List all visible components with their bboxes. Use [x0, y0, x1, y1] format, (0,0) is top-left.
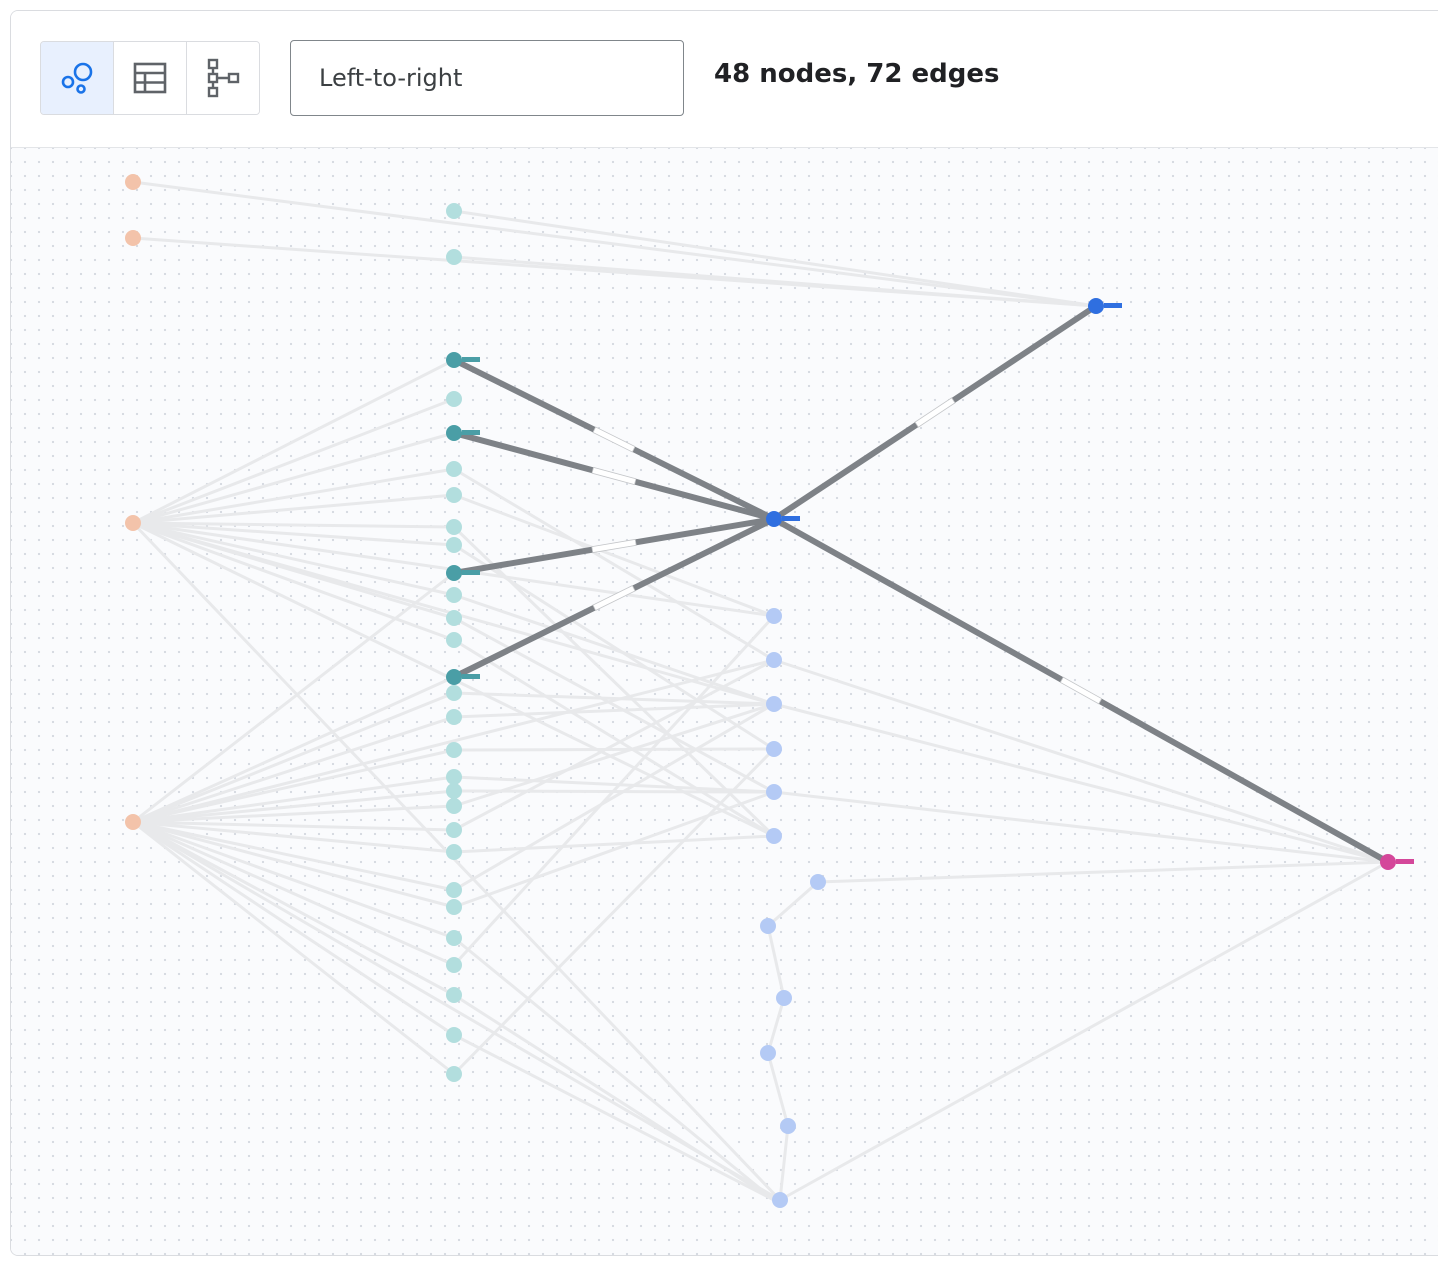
material-node[interactable] [446, 844, 462, 860]
material-node[interactable] [446, 519, 462, 535]
material-node[interactable] [446, 783, 462, 799]
node-label-tag [1396, 859, 1414, 864]
graph-summary: 48 nodes, 72 edges [714, 59, 1000, 89]
material-node[interactable] [446, 987, 462, 1003]
node-label-tag [462, 357, 480, 362]
graph-panel: Left-to-right 48 nodes, 72 edges [10, 10, 1438, 1256]
material-node[interactable] [446, 1066, 462, 1082]
graph-canvas[interactable] [11, 148, 1438, 1255]
node-label-tag [462, 570, 480, 575]
edge-label [914, 397, 956, 428]
toolbar: Left-to-right 48 nodes, 72 edges [11, 11, 1438, 148]
source-node[interactable] [125, 515, 141, 531]
product-node[interactable] [766, 652, 782, 668]
graph-edge[interactable] [452, 936, 776, 1202]
graph-edge[interactable] [766, 924, 786, 1000]
node-label-tag [1104, 303, 1122, 308]
material-node[interactable] [446, 742, 462, 758]
graph-edge[interactable] [816, 860, 1390, 884]
material-node[interactable] [446, 249, 462, 265]
edge-label [591, 538, 637, 554]
layout-select[interactable]: Left-to-right [290, 40, 684, 116]
product-node[interactable] [776, 990, 792, 1006]
graph-edge[interactable] [452, 1033, 776, 1202]
graph-edge[interactable] [452, 658, 776, 832]
product-node[interactable] [766, 741, 782, 757]
material-node-highlighted[interactable] [446, 669, 462, 685]
material-node[interactable] [446, 957, 462, 973]
material-node[interactable] [446, 882, 462, 898]
material-node[interactable] [446, 709, 462, 725]
material-node[interactable] [446, 632, 462, 648]
graph-edge[interactable] [452, 747, 776, 752]
source-node[interactable] [125, 814, 141, 830]
graph-edge[interactable] [778, 1124, 790, 1202]
product-node[interactable] [766, 784, 782, 800]
graph-edge[interactable] [772, 790, 1390, 864]
material-node-highlighted[interactable] [446, 352, 462, 368]
material-node[interactable] [446, 899, 462, 915]
layout-select-value: Left-to-right [319, 64, 463, 92]
product-node[interactable] [766, 696, 782, 712]
edge-label [591, 466, 637, 486]
graph-view-icon [61, 62, 93, 94]
edge-label [1059, 676, 1103, 705]
material-node[interactable] [446, 769, 462, 785]
material-node[interactable] [446, 391, 462, 407]
graph-edge[interactable] [452, 593, 776, 706]
material-node-highlighted[interactable] [446, 565, 462, 581]
node-label-tag [462, 674, 480, 679]
node-label-tag [462, 430, 480, 435]
product-node[interactable] [810, 874, 826, 890]
graph-view-button[interactable] [41, 42, 114, 114]
node-label-tag [782, 516, 800, 521]
table-view-button[interactable] [114, 42, 187, 114]
material-node[interactable] [446, 930, 462, 946]
material-node[interactable] [446, 461, 462, 477]
graph-edge[interactable] [131, 820, 456, 1076]
product-node[interactable] [766, 828, 782, 844]
material-node[interactable] [446, 1027, 462, 1043]
product-node-highlighted[interactable] [1088, 298, 1104, 314]
table-view-icon [133, 62, 167, 94]
hierarchy-view-icon [207, 58, 240, 98]
product-node[interactable] [760, 1045, 776, 1061]
material-node[interactable] [446, 487, 462, 503]
material-node[interactable] [446, 537, 462, 553]
material-node[interactable] [446, 610, 462, 626]
product-node[interactable] [780, 1118, 796, 1134]
source-node[interactable] [125, 174, 141, 190]
graph-edge[interactable] [766, 996, 786, 1055]
product-node-highlighted[interactable] [766, 511, 782, 527]
source-node[interactable] [125, 230, 141, 246]
material-node-highlighted[interactable] [446, 425, 462, 441]
graph-edge[interactable] [772, 702, 1390, 864]
material-node[interactable] [446, 822, 462, 838]
graph-edge[interactable] [452, 209, 1098, 308]
graph-edge[interactable] [131, 691, 456, 824]
product-node[interactable] [772, 1192, 788, 1208]
graph-edge[interactable] [131, 180, 1098, 308]
material-node[interactable] [446, 587, 462, 603]
graph-edge[interactable] [766, 880, 820, 928]
edge-label [592, 426, 636, 453]
sink-node[interactable] [1380, 854, 1396, 870]
graph-edge[interactable] [766, 1051, 790, 1128]
product-node[interactable] [766, 608, 782, 624]
graph-edge[interactable] [131, 820, 456, 1037]
graph-edge[interactable] [131, 397, 456, 525]
material-node[interactable] [446, 685, 462, 701]
graph-svg[interactable] [11, 148, 1438, 1255]
material-node[interactable] [446, 798, 462, 814]
graph-edge[interactable] [778, 860, 1390, 1202]
view-toggle-group [40, 41, 260, 115]
material-node[interactable] [446, 203, 462, 219]
hierarchy-view-button[interactable] [187, 42, 259, 114]
product-node[interactable] [760, 918, 776, 934]
